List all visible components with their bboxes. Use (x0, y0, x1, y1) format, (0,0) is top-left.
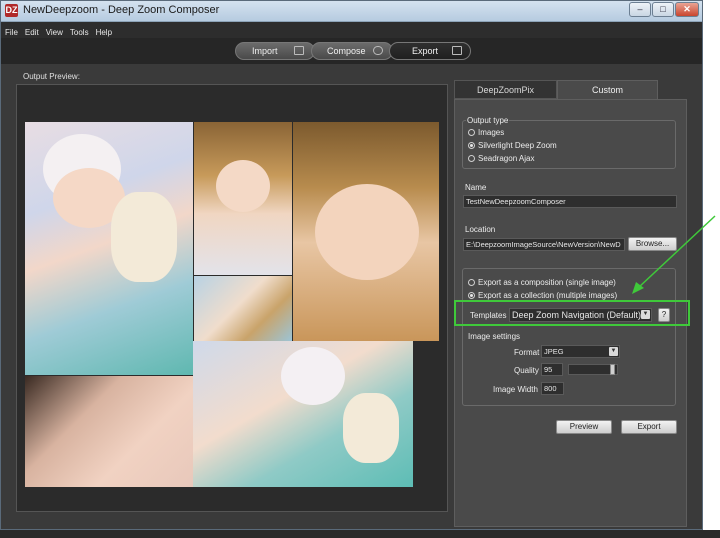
format-value: JPEG (544, 347, 564, 356)
taskbar-strip (0, 530, 720, 538)
photo-teddy-shape (111, 192, 177, 282)
app-window: DZ NewDeepzoom - Deep Zoom Composer – □ … (0, 0, 703, 530)
export-icon (452, 46, 462, 55)
location-label: Location (465, 225, 496, 234)
image-width-label: Image Width (493, 385, 538, 394)
photo-baby-with-teddy[interactable] (25, 122, 193, 375)
templates-highlight-box (454, 300, 690, 326)
radio-composition-label: Export as a composition (single image) (478, 278, 616, 287)
hand-icon (373, 46, 383, 55)
image-width-input[interactable]: 800 (541, 382, 564, 395)
preview-button[interactable]: Preview (556, 420, 612, 434)
photo-baby-sleeping[interactable] (25, 376, 193, 487)
arrow-line (637, 215, 716, 289)
compose-mode-label: Compose (327, 46, 366, 56)
output-type-group: Output type Images Silverlight Deep Zoom… (462, 116, 676, 169)
export-mode-button[interactable]: Export (389, 42, 471, 60)
annotation-arrow (632, 215, 716, 294)
menu-help[interactable]: Help (92, 25, 115, 37)
quality-slider-thumb[interactable] (610, 364, 615, 375)
close-button[interactable]: ✕ (675, 2, 699, 17)
photo-baby-teddy-large[interactable] (193, 341, 413, 487)
import-mode-label: Import (252, 46, 278, 56)
minimize-button[interactable]: – (629, 2, 651, 17)
radio-seadragon[interactable] (468, 155, 475, 162)
menu-edit[interactable]: Edit (21, 25, 42, 37)
chevron-down-icon: ▼ (609, 347, 618, 356)
name-input[interactable]: TestNewDeepzoomComposer (463, 195, 677, 208)
import-icon (294, 46, 304, 55)
compose-mode-button[interactable]: Compose (311, 42, 393, 60)
radio-images-label: Images (478, 128, 505, 137)
photo-face-shape (216, 160, 270, 212)
photo-baby-tiger-hat[interactable] (194, 122, 292, 275)
image-settings-legend: Image settings (468, 332, 521, 341)
output-preview-canvas[interactable] (16, 84, 448, 512)
window-title: NewDeepzoom - Deep Zoom Composer (23, 4, 220, 16)
photo-teddy-shape (343, 393, 399, 463)
radio-silverlight[interactable] (468, 142, 475, 149)
maximize-button[interactable]: □ (652, 2, 674, 17)
menu-tools[interactable]: Tools (66, 25, 92, 37)
menu-bar: File Edit View Tools Help (1, 22, 702, 38)
radio-collection-label: Export as a collection (multiple images) (478, 291, 618, 300)
radio-collection[interactable] (468, 292, 475, 299)
radio-silverlight-label: Silverlight Deep Zoom (478, 141, 557, 150)
format-dropdown[interactable]: JPEG ▼ (541, 345, 620, 358)
radio-composition[interactable] (468, 279, 475, 286)
export-mode-label: Export (412, 46, 439, 56)
menu-file[interactable]: File (1, 25, 21, 37)
output-preview-label: Output Preview: (23, 72, 80, 81)
quality-input[interactable]: 95 (541, 363, 563, 376)
tab-deepzoompix[interactable]: DeepZoomPix (454, 80, 557, 99)
name-label: Name (465, 183, 487, 192)
import-mode-button[interactable]: Import (235, 42, 315, 60)
export-button[interactable]: Export (621, 420, 677, 434)
menu-view[interactable]: View (42, 25, 66, 37)
app-icon: DZ (5, 4, 18, 17)
quality-slider[interactable] (568, 364, 618, 375)
photo-hat-shape (281, 347, 345, 405)
radio-images[interactable] (468, 129, 475, 136)
photo-baby-small[interactable] (194, 276, 292, 341)
output-type-legend: Output type (466, 116, 510, 125)
photo-face-shape (315, 184, 419, 280)
photo-baby-tiger-closeup[interactable] (293, 122, 439, 341)
format-label: Format (514, 348, 540, 357)
workspace: Output Preview: DeepZoomPix Custom Outpu… (1, 64, 702, 529)
radio-seadragon-label: Seadragon Ajax (478, 154, 535, 163)
mode-bar: Import Compose Export (1, 38, 702, 64)
title-bar: DZ NewDeepzoom - Deep Zoom Composer – □ … (1, 1, 702, 22)
quality-label: Quality (514, 366, 539, 375)
tab-custom[interactable]: Custom (557, 80, 658, 99)
